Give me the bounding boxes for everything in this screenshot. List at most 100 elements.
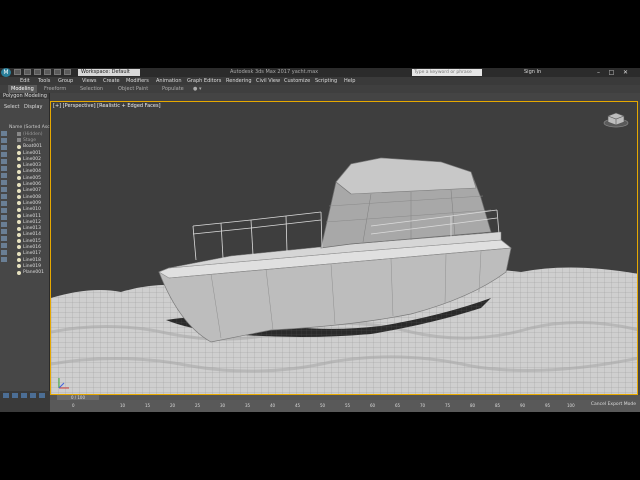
tab-display[interactable]: Display bbox=[24, 103, 42, 111]
new-file-icon[interactable] bbox=[14, 69, 21, 75]
tick-label: 75 bbox=[445, 403, 451, 408]
visibility-bulb-icon[interactable] bbox=[17, 157, 21, 162]
visibility-bulb-icon[interactable] bbox=[17, 220, 21, 225]
tick-label: 20 bbox=[170, 403, 176, 408]
minimize-button[interactable]: – bbox=[594, 69, 603, 76]
tab-object-paint[interactable]: Object Paint bbox=[118, 85, 148, 93]
menu-group[interactable]: Group bbox=[58, 77, 73, 85]
visibility-bulb-icon[interactable] bbox=[17, 258, 21, 263]
polygon-modeling-panel[interactable]: Polygon Modeling bbox=[0, 93, 49, 99]
filter-helpers-icon[interactable] bbox=[1, 159, 7, 164]
menu-bar: Edit Tools Group Views Create Modifiers … bbox=[0, 77, 640, 85]
visibility-bulb-icon[interactable] bbox=[17, 144, 21, 149]
filter-spacewarps-icon[interactable] bbox=[1, 166, 7, 171]
visibility-bulb-icon[interactable] bbox=[17, 176, 21, 181]
find-icon[interactable] bbox=[1, 236, 7, 241]
tick-label: 45 bbox=[295, 403, 301, 408]
set-key-icon[interactable] bbox=[39, 393, 45, 398]
filter-geometry-icon[interactable] bbox=[1, 131, 7, 136]
undo-icon[interactable] bbox=[44, 69, 51, 75]
sign-in-button[interactable]: Sign In bbox=[524, 68, 541, 77]
options-icon[interactable] bbox=[1, 257, 7, 262]
viewcube-icon[interactable] bbox=[603, 110, 629, 128]
tick-label: 0 bbox=[72, 403, 75, 408]
menu-graph-editors[interactable]: Graph Editors bbox=[187, 77, 221, 85]
status-caster: Cancel Export Mode bbox=[590, 402, 636, 407]
menu-tools[interactable]: Tools bbox=[38, 77, 50, 85]
visibility-bulb-icon[interactable] bbox=[17, 188, 21, 193]
visibility-bulb-icon[interactable] bbox=[17, 214, 21, 218]
menu-modifiers[interactable]: Modifiers bbox=[126, 77, 149, 85]
menu-customize[interactable]: Customize bbox=[284, 77, 310, 85]
filter-lights-icon[interactable] bbox=[1, 145, 7, 150]
tab-selection[interactable]: Selection bbox=[80, 85, 103, 93]
ribbon-tabs: Modeling Freeform Selection Object Paint… bbox=[0, 85, 640, 93]
tick-label: 10 bbox=[120, 403, 126, 408]
filter-hidden-icon[interactable] bbox=[1, 208, 7, 213]
menu-scripting[interactable]: Scripting bbox=[315, 77, 337, 85]
visibility-bulb-icon[interactable] bbox=[17, 163, 21, 168]
filter-shapes-icon[interactable] bbox=[1, 138, 7, 143]
workspace-dropdown[interactable]: Workspace: Default bbox=[78, 69, 140, 76]
sort-icon[interactable] bbox=[1, 243, 7, 248]
tick-label: 35 bbox=[245, 403, 251, 408]
menu-help[interactable]: Help bbox=[344, 77, 355, 85]
list-item[interactable]: Plane001 bbox=[17, 270, 49, 276]
app-logo-icon[interactable]: M bbox=[1, 68, 11, 77]
menu-edit[interactable]: Edit bbox=[20, 77, 30, 85]
save-file-icon[interactable] bbox=[34, 69, 41, 75]
window-title: Autodesk 3ds Max 2017 yacht.max bbox=[230, 69, 319, 75]
track-bar[interactable]: 0 10 15 20 25 30 35 40 45 50 55 60 65 70… bbox=[50, 400, 640, 412]
tick-label: 25 bbox=[195, 403, 201, 408]
visibility-bulb-icon[interactable] bbox=[17, 245, 21, 250]
filter-xrefs-icon[interactable] bbox=[1, 180, 7, 185]
open-file-icon[interactable] bbox=[24, 69, 31, 75]
filter-cameras-icon[interactable] bbox=[1, 152, 7, 157]
visibility-bulb-icon[interactable] bbox=[17, 239, 21, 244]
maximize-button[interactable]: □ bbox=[607, 69, 616, 76]
visibility-bulb-icon[interactable] bbox=[17, 207, 21, 212]
filter-bones-icon[interactable] bbox=[1, 187, 7, 192]
tab-freeform[interactable]: Freeform bbox=[44, 85, 66, 93]
ribbon-options-icon[interactable]: ● ▾ bbox=[193, 85, 201, 93]
visibility-bulb-icon[interactable] bbox=[17, 201, 21, 206]
visibility-bulb-icon[interactable] bbox=[17, 169, 21, 174]
maxscript-listener-icon[interactable] bbox=[3, 393, 9, 398]
close-button[interactable]: ✕ bbox=[621, 69, 630, 76]
tab-populate[interactable]: Populate bbox=[162, 85, 184, 93]
filter-frozen-icon[interactable] bbox=[1, 201, 7, 206]
visibility-bulb-icon[interactable] bbox=[17, 182, 21, 187]
app-window: M Workspace: Default Autodesk 3ds Max 20… bbox=[0, 68, 640, 412]
visibility-bulb-icon[interactable] bbox=[17, 251, 21, 256]
menu-civil-view[interactable]: Civil View bbox=[256, 77, 280, 85]
filter-all-icon[interactable] bbox=[1, 215, 7, 220]
visibility-bulb-icon[interactable] bbox=[17, 232, 21, 237]
filter-containers-icon[interactable] bbox=[1, 194, 7, 199]
visibility-bulb-icon[interactable] bbox=[17, 270, 21, 275]
menu-animation[interactable]: Animation bbox=[156, 77, 182, 85]
menu-rendering[interactable]: Rendering bbox=[226, 77, 252, 85]
layer-icon[interactable] bbox=[1, 250, 7, 255]
scene-render bbox=[51, 157, 637, 394]
tab-modeling[interactable]: Modeling bbox=[8, 85, 37, 93]
redo-icon[interactable] bbox=[54, 69, 61, 75]
visibility-bulb-icon[interactable] bbox=[17, 195, 21, 200]
key-mode-icon[interactable] bbox=[30, 393, 36, 398]
visibility-bulb-icon[interactable] bbox=[17, 151, 21, 156]
tick-label: 95 bbox=[545, 403, 551, 408]
filter-groups-icon[interactable] bbox=[1, 173, 7, 178]
tab-select[interactable]: Select bbox=[4, 103, 19, 111]
project-folder-icon[interactable] bbox=[64, 69, 71, 75]
absolute-mode-icon[interactable] bbox=[21, 393, 27, 398]
visibility-bulb-icon[interactable] bbox=[17, 264, 21, 269]
viewport-label[interactable]: [+] [Perspective] [Realistic + Edged Fac… bbox=[53, 103, 161, 110]
search-input[interactable]: Type a keyword or phrase bbox=[412, 69, 482, 76]
menu-create[interactable]: Create bbox=[103, 77, 120, 85]
menu-views[interactable]: Views bbox=[82, 77, 96, 85]
tick-label: 85 bbox=[495, 403, 501, 408]
lock-selection-icon[interactable] bbox=[12, 393, 18, 398]
perspective-viewport[interactable]: [+] [Perspective] [Realistic + Edged Fac… bbox=[50, 101, 638, 395]
visibility-bulb-icon[interactable] bbox=[17, 226, 21, 231]
filter-invert-icon[interactable] bbox=[1, 229, 7, 234]
filter-none-icon[interactable] bbox=[1, 222, 7, 227]
